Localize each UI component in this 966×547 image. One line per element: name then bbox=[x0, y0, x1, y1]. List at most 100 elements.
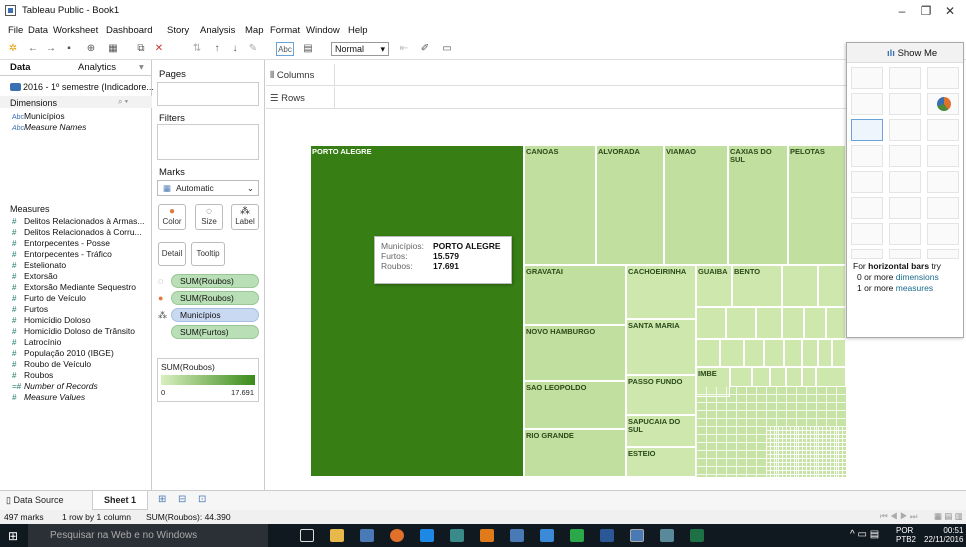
file-explorer-icon[interactable] bbox=[330, 529, 344, 542]
measure-field[interactable]: # Roubo de Veículo bbox=[12, 359, 91, 369]
filters-shelf[interactable] bbox=[157, 124, 259, 160]
treemap-cell[interactable] bbox=[818, 339, 832, 367]
highlight-icon[interactable]: ✎ bbox=[246, 42, 260, 56]
rows-shelf[interactable]: ☰ Rows bbox=[266, 87, 846, 109]
sort-descending-icon[interactable]: ↓ bbox=[228, 42, 242, 56]
stacked-bars-icon[interactable] bbox=[889, 119, 921, 141]
clear-sheet-icon[interactable]: ✕ bbox=[150, 42, 168, 56]
treemap-cell[interactable] bbox=[744, 339, 764, 367]
treemap-cell-novo-hamburgo[interactable]: NOVO HAMBURGO bbox=[524, 325, 626, 381]
side-by-side-bars-icon[interactable] bbox=[927, 119, 959, 141]
excel-icon[interactable] bbox=[690, 529, 704, 542]
measure-field[interactable]: # Homicídio Doloso bbox=[12, 315, 91, 325]
new-dashboard-icon[interactable]: ⊟ bbox=[178, 494, 186, 505]
measure-field[interactable]: # Extorsão Mediante Sequestro bbox=[12, 282, 136, 292]
treemap-cell-esteio[interactable]: ESTEIO bbox=[626, 447, 696, 477]
measure-field[interactable]: =# Number of Records bbox=[12, 381, 98, 391]
edge-icon[interactable] bbox=[420, 529, 434, 542]
save-icon[interactable]: ▪ bbox=[62, 42, 76, 56]
treemap-cell-bento[interactable]: BENTO bbox=[732, 265, 782, 307]
language-indicator[interactable]: POR PTB2 bbox=[896, 526, 916, 544]
app-icon[interactable] bbox=[450, 529, 464, 542]
menu-analysis[interactable]: Analysis bbox=[200, 25, 235, 36]
treemap-cell[interactable] bbox=[818, 265, 846, 307]
label-button[interactable]: ⁂ Label bbox=[231, 204, 259, 230]
pen-icon[interactable]: ✐ bbox=[418, 42, 432, 56]
treemap-cell[interactable] bbox=[816, 367, 846, 387]
histogram-icon[interactable] bbox=[889, 223, 921, 245]
measure-field[interactable]: # Furto de Veículo bbox=[12, 293, 86, 303]
area-chart-icon[interactable] bbox=[851, 197, 883, 219]
measure-field[interactable]: # Delitos Relacionados à Armas... bbox=[12, 216, 144, 226]
treemap-cell-pelotas[interactable]: PELOTAS bbox=[788, 145, 846, 265]
horizontal-bars-icon[interactable] bbox=[851, 119, 883, 141]
treemap-cell[interactable] bbox=[752, 367, 770, 387]
treemap-cell-caxias[interactable]: CAXIAS DO SUL bbox=[728, 145, 788, 265]
scatter-plot-icon[interactable] bbox=[851, 223, 883, 245]
treemap-cell[interactable] bbox=[696, 339, 720, 367]
minimize-button[interactable]: – bbox=[892, 4, 912, 18]
new-worksheet-icon[interactable]: ⊞ bbox=[158, 494, 166, 505]
menu-format[interactable]: Format bbox=[270, 25, 300, 36]
fit-dropdown[interactable]: Normal ▾ bbox=[331, 42, 389, 56]
measure-field[interactable]: # Delitos Relacionados à Corru... bbox=[12, 227, 142, 237]
datasource-item[interactable]: 2016 - 1º semestre (Indicadore... bbox=[10, 82, 154, 92]
taskbar-search[interactable]: Pesquisar na Web e no Windows bbox=[28, 524, 268, 547]
menu-data[interactable]: Data bbox=[28, 25, 48, 36]
treemap-icon[interactable] bbox=[851, 145, 883, 167]
color-button[interactable]: ● Color bbox=[158, 204, 186, 230]
sheet-view-icon[interactable]: ▦ ▤ ▥ bbox=[934, 511, 963, 522]
data-source-tab[interactable]: ▯ Data Source bbox=[6, 495, 63, 506]
treemap-cell[interactable] bbox=[696, 307, 726, 339]
treemap-cell-cachoeirinha[interactable]: CACHOEIRINHA bbox=[626, 265, 696, 319]
back-arrow-icon[interactable]: ← bbox=[26, 42, 40, 56]
menu-dashboard[interactable]: Dashboard bbox=[106, 25, 152, 36]
tab-data[interactable]: Data bbox=[10, 62, 31, 73]
treemap-cell[interactable] bbox=[720, 339, 744, 367]
system-tray-icon[interactable]: ^ ▭ ▤ bbox=[850, 529, 879, 540]
treemap-cell-sapucaia[interactable]: SAPUCAIA DO SUL bbox=[626, 415, 696, 447]
measure-field[interactable]: # Estelionato bbox=[12, 260, 66, 270]
circle-views-icon[interactable] bbox=[889, 145, 921, 167]
app-icon[interactable] bbox=[540, 529, 554, 542]
treemap-cell-alvorada[interactable]: ALVORADA bbox=[596, 145, 664, 265]
search-icon[interactable]: ⌕ ▾ bbox=[118, 97, 128, 107]
mark-pill-tooltip[interactable]: SUM(Furtos) bbox=[171, 325, 259, 339]
treemap-cell[interactable] bbox=[782, 307, 804, 339]
chrome-icon[interactable] bbox=[390, 529, 404, 542]
measure-field[interactable]: # Entorpecentes - Posse bbox=[12, 238, 110, 248]
treemap-cell-viamao[interactable]: VIAMAO bbox=[664, 145, 728, 265]
dual-combination-icon[interactable] bbox=[927, 197, 959, 219]
sort-ascending-icon[interactable]: ↑ bbox=[210, 42, 224, 56]
pages-shelf[interactable] bbox=[157, 82, 259, 106]
menu-map[interactable]: Map bbox=[245, 25, 263, 36]
measure-field[interactable]: # Homicídio Doloso de Trânsito bbox=[12, 326, 135, 336]
tableau-logo-icon[interactable]: ✲ bbox=[6, 42, 20, 56]
measure-field[interactable]: # Extorsão bbox=[12, 271, 58, 281]
app-icon[interactable] bbox=[660, 529, 674, 542]
treemap-cell[interactable] bbox=[802, 339, 818, 367]
treemap-cell[interactable] bbox=[826, 307, 846, 339]
dimension-field[interactable]: AbcMeasure Names bbox=[12, 122, 86, 132]
gantt-icon[interactable] bbox=[851, 249, 883, 259]
forward-arrow-icon[interactable]: → bbox=[44, 42, 58, 56]
treemap-cell-canoas[interactable]: CANOAS bbox=[524, 145, 596, 265]
new-datasource-icon[interactable]: ⊕ bbox=[84, 42, 98, 56]
heat-map-icon[interactable] bbox=[889, 67, 921, 89]
tab-analytics[interactable]: Analytics bbox=[78, 62, 116, 73]
task-view-icon[interactable] bbox=[300, 529, 314, 542]
measure-field[interactable]: # Roubos bbox=[12, 370, 53, 380]
treemap-cell-gravatai[interactable]: GRAVATAI bbox=[524, 265, 626, 325]
treemap-cell-porto-alegre[interactable]: PORTO ALEGRE bbox=[310, 145, 524, 477]
menu-help[interactable]: Help bbox=[348, 25, 368, 36]
text-table-icon[interactable] bbox=[851, 67, 883, 89]
sheet-navigation-icon[interactable]: ⏮ ◀ ▶ ⏭ bbox=[880, 511, 918, 522]
treemap-cell[interactable] bbox=[756, 307, 782, 339]
sheet-tab[interactable]: Sheet 1 bbox=[92, 491, 148, 510]
pane-menu-icon[interactable]: ▾ bbox=[139, 62, 144, 73]
close-button[interactable]: ✕ bbox=[940, 4, 960, 18]
treemap-cell[interactable] bbox=[802, 367, 816, 387]
treemap-cell[interactable] bbox=[786, 367, 802, 387]
new-worksheet-icon[interactable]: ▦ bbox=[104, 42, 122, 56]
app-icon[interactable] bbox=[360, 529, 374, 542]
